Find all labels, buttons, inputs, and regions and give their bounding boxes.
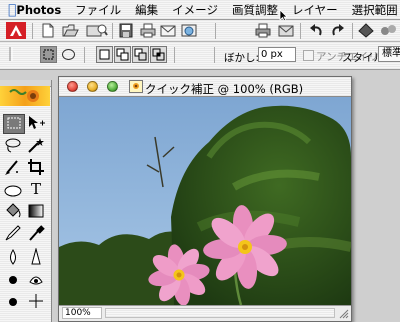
hand-tool-icon[interactable] [3,292,23,310]
email-icon-2[interactable] [278,23,294,38]
new-document-icon[interactable] [40,23,56,38]
options-bar: ぼかし: 0 px アンチエイリアス スタイル: 標準 [0,42,400,70]
resize-grip-icon[interactable] [338,308,349,319]
apple-icon[interactable]:  [8,2,16,18]
shape-tool-icon[interactable] [3,182,23,200]
eyedropper-icon[interactable] [26,224,46,242]
move-tool-icon[interactable] [26,114,46,132]
web-icon[interactable] [181,23,197,38]
palette-icon[interactable] [358,23,374,38]
menu-bar:  Photos ファイル 編集 イメージ 画質調整 レイヤー 選択範囲 [0,0,400,20]
undo-icon[interactable] [308,23,324,38]
pencil-tool-icon[interactable] [3,224,23,242]
minimize-button[interactable] [87,81,98,92]
menu-file[interactable]: ファイル [75,2,121,18]
feather-label: ぼかし: [224,52,260,64]
intersect-selection-option[interactable] [150,46,167,63]
browse-icon[interactable] [86,23,108,38]
subtract-selection-option[interactable] [132,46,149,63]
gradient-tool-icon[interactable] [26,202,46,220]
document-window: クイック補正 @ 100% (RGB) 100% [58,76,352,322]
zoom-button[interactable] [107,81,118,92]
menu-edit[interactable]: 編集 [135,2,158,18]
document-title: クイック補正 @ 100% (RGB) [145,82,304,96]
new-selection-option[interactable] [96,46,113,63]
sharpen-tool-icon[interactable] [26,247,46,266]
document-titlebar[interactable]: クイック補正 @ 100% (RGB) [59,77,351,97]
open-folder-icon[interactable] [62,23,79,38]
save-icon[interactable] [118,23,134,38]
lasso-tool-icon[interactable] [3,136,23,154]
document-statusbar: 100% [59,305,351,321]
help-icon[interactable] [380,23,396,38]
shortcuts-bar [0,20,400,42]
sponge-tool-icon[interactable] [3,270,23,288]
photo-canvas[interactable] [59,97,351,305]
zoom-tool-icon[interactable] [26,292,46,310]
ellipse-marquee-option[interactable] [60,46,77,63]
cosmos-photo [59,97,351,305]
elements-logo-icon [0,86,50,106]
paint-bucket-icon[interactable] [3,202,23,220]
type-tool-icon[interactable]: T [26,180,46,198]
antialias-checkbox[interactable] [303,50,314,61]
menu-layer[interactable]: レイヤー [292,2,338,18]
tool-palette: T [0,80,52,322]
print-icon[interactable] [140,23,156,38]
blur-tool-icon[interactable] [3,248,23,266]
zoom-level-field[interactable]: 100% [62,307,102,319]
document-flower-icon [129,80,143,93]
close-button[interactable] [67,81,78,92]
rect-marquee-option[interactable] [40,46,57,63]
magic-wand-icon[interactable] [26,136,46,154]
marquee-tool-icon[interactable] [3,114,25,134]
menu-app[interactable]: Photos [16,3,61,17]
burn-tool-icon[interactable] [26,270,46,288]
horizontal-scrollbar[interactable] [105,308,335,318]
style-select[interactable]: 標準 [378,46,400,62]
redo-icon[interactable] [330,23,346,38]
feather-input[interactable]: 0 px [258,47,296,62]
print-icon-2[interactable] [255,23,271,38]
crop-tool-icon[interactable] [26,158,46,176]
add-selection-option[interactable] [114,46,131,63]
menu-select[interactable]: 選択範囲 [352,2,398,18]
brush-tool-icon[interactable] [3,158,23,176]
grip-icon [8,46,18,63]
adobe-logo-icon[interactable] [6,22,26,39]
email-icon[interactable] [160,23,176,38]
menu-enhance[interactable]: 画質調整 [232,2,278,18]
menu-image[interactable]: イメージ [172,2,218,18]
